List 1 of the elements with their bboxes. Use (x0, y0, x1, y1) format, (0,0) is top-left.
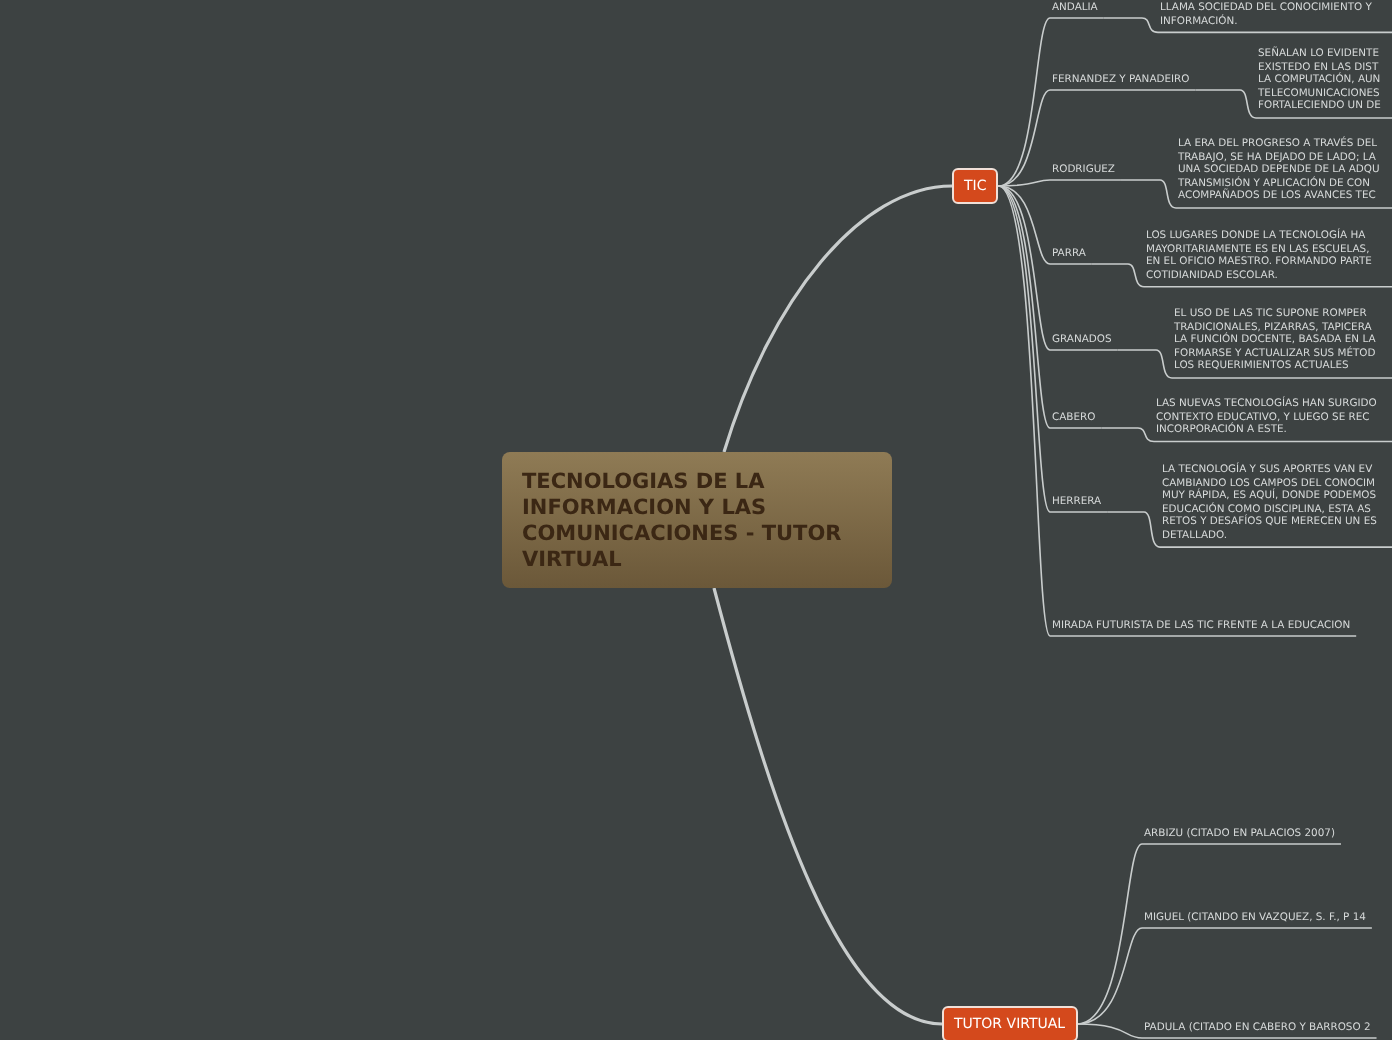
central-topic: TECNOLOGIAS DE LA INFORMACION Y LAS COMUNICACIONES - TUTOR VIRTUAL (502, 452, 892, 588)
